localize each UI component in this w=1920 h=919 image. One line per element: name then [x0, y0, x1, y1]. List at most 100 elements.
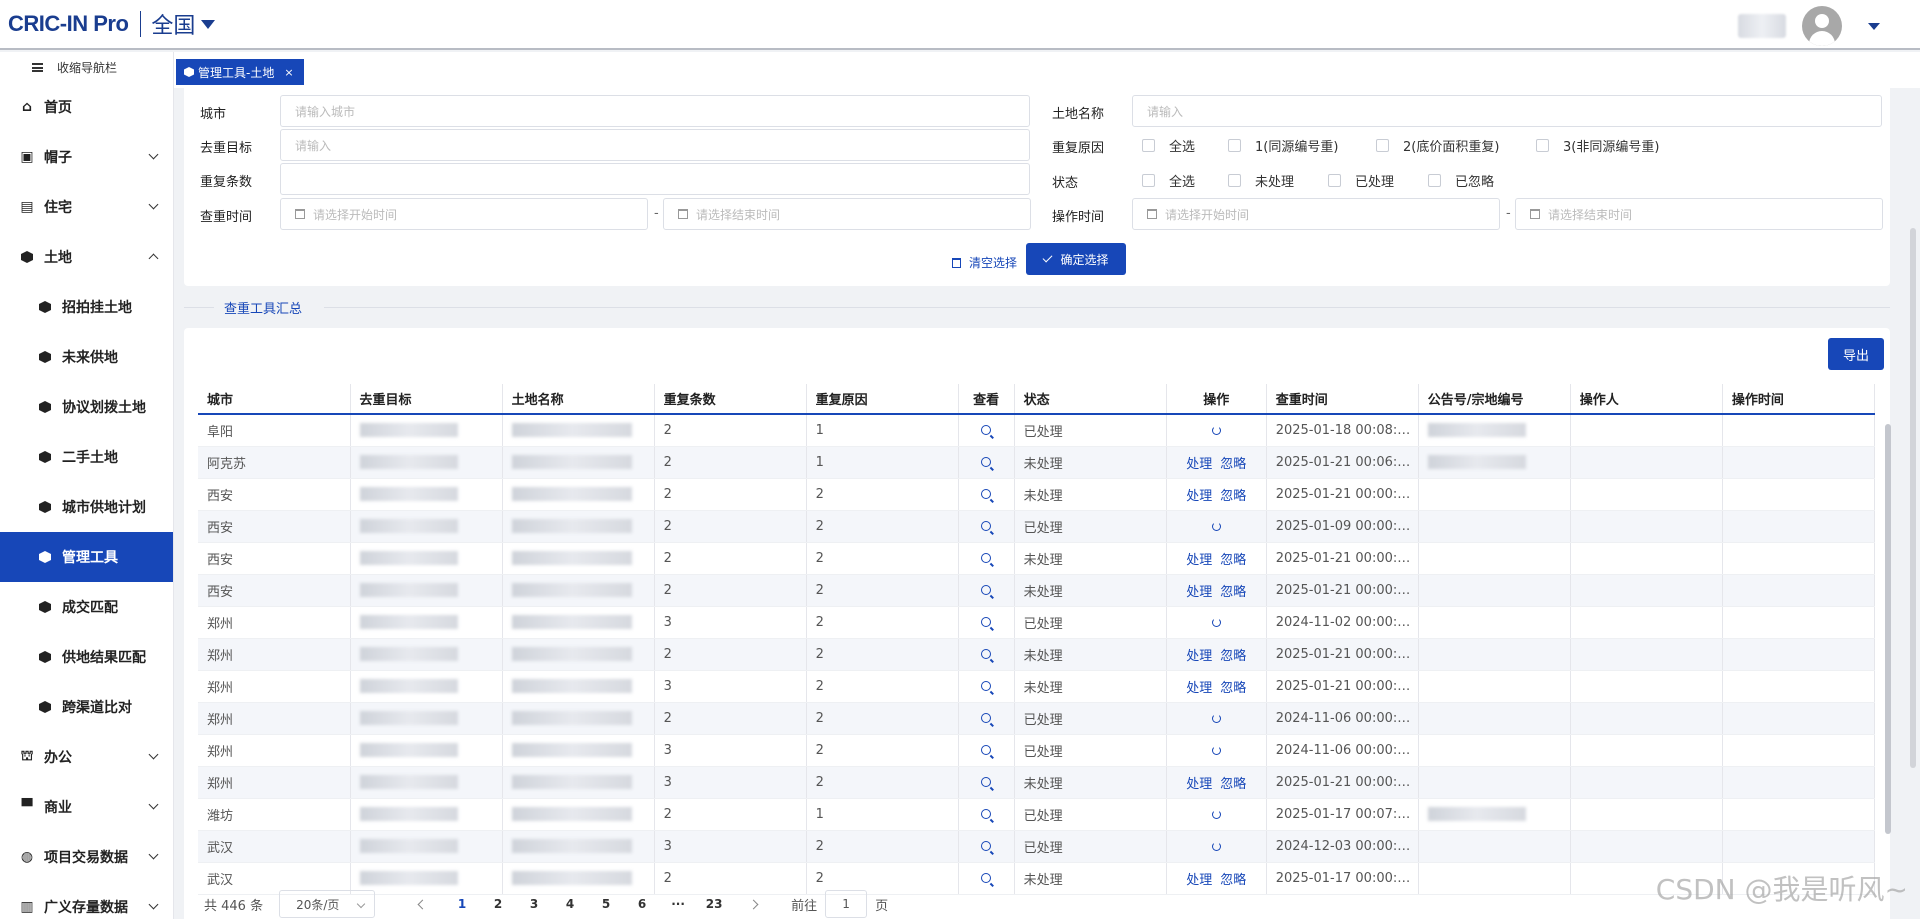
search-icon[interactable] [981, 649, 992, 659]
ignore-link[interactable]: 忽略 [1220, 777, 1246, 792]
column-header[interactable]: 重复原因 [806, 384, 959, 415]
page-number[interactable]: 1 [444, 897, 480, 911]
search-icon[interactable] [981, 873, 992, 883]
process-link[interactable]: 处理 [1186, 457, 1212, 472]
ignore-link[interactable]: 忽略 [1220, 649, 1246, 664]
cell-view[interactable] [958, 510, 1015, 543]
page-number[interactable]: ··· [660, 897, 696, 911]
checkbox-status-done[interactable]: 已处理 [1328, 171, 1428, 190]
ignore-link[interactable]: 忽略 [1220, 585, 1246, 600]
confirm-selection-button[interactable]: 确定选择 [1026, 243, 1126, 275]
clear-selection-button[interactable]: 清空选择 [952, 254, 1017, 271]
region-selector[interactable]: 全国 [151, 8, 216, 40]
column-header[interactable]: 操作人 [1570, 384, 1723, 415]
column-header[interactable]: 去重目标 [350, 384, 503, 415]
city-input[interactable]: 请输入城市 [280, 95, 1030, 127]
search-icon[interactable] [981, 489, 992, 499]
sidebar-item-4[interactable]: 招拍挂土地 [0, 282, 173, 332]
cell-view[interactable] [958, 478, 1015, 511]
undo-icon[interactable] [1211, 617, 1221, 627]
search-icon[interactable] [981, 681, 992, 691]
sidebar-item-8[interactable]: 城市供地计划 [0, 482, 173, 532]
undo-icon[interactable] [1211, 841, 1221, 851]
sidebar-item-11[interactable]: 供地结果匹配 [0, 632, 173, 682]
ignore-link[interactable]: 忽略 [1220, 489, 1246, 504]
collapse-nav-button[interactable]: 收缩导航栏 [0, 52, 173, 82]
checkbox-status-pending[interactable]: 未处理 [1228, 171, 1328, 190]
sidebar-item-2[interactable]: ▤ 住宅 [0, 182, 173, 232]
search-icon[interactable] [981, 617, 992, 627]
export-button[interactable]: 导出 [1828, 338, 1884, 370]
page-number[interactable]: 2 [480, 897, 516, 911]
sidebar-item-16[interactable]: ▥ 广义存量数据 [0, 882, 173, 919]
page-number[interactable]: 3 [516, 897, 552, 911]
next-page-icon[interactable] [748, 899, 759, 909]
column-header[interactable]: 重复条数 [654, 384, 807, 415]
search-icon[interactable] [981, 457, 992, 467]
tab-close-icon[interactable]: × [284, 66, 293, 79]
search-icon[interactable] [981, 425, 992, 436]
ignore-link[interactable]: 忽略 [1220, 457, 1246, 472]
sidebar-item-10[interactable]: 成交匹配 [0, 582, 173, 632]
page-vertical-scrollbar[interactable] [1910, 228, 1916, 768]
checkbox-reason-1[interactable]: 1(同源编号重) [1228, 136, 1376, 155]
search-icon[interactable] [981, 553, 992, 563]
process-link[interactable]: 处理 [1186, 681, 1212, 696]
page-number[interactable]: 4 [552, 897, 588, 911]
cell-view[interactable] [958, 446, 1015, 479]
search-icon[interactable] [981, 745, 992, 755]
search-icon[interactable] [981, 809, 992, 819]
checkbox-reason-all[interactable]: 全选 [1142, 136, 1228, 155]
table-vertical-scrollbar[interactable] [1885, 424, 1891, 834]
cell-view[interactable] [958, 542, 1015, 575]
user-avatar-icon[interactable] [1802, 6, 1842, 46]
undo-icon[interactable] [1211, 809, 1221, 819]
sidebar-item-3[interactable]: 土地 [0, 232, 173, 282]
cell-view[interactable] [958, 766, 1015, 799]
column-header[interactable]: 操作 [1166, 384, 1267, 415]
undo-icon[interactable] [1211, 713, 1221, 723]
cell-view[interactable] [958, 862, 1015, 895]
search-icon[interactable] [981, 521, 992, 531]
page-size-select[interactable]: 20条/页 [279, 890, 376, 918]
checkbox-reason-3[interactable]: 3(非同源编号重) [1536, 136, 1659, 155]
undo-icon[interactable] [1211, 521, 1221, 531]
check-time-end-input[interactable]: 请选择结束时间 [663, 198, 1031, 230]
column-header[interactable]: 状态 [1014, 384, 1167, 415]
cell-view[interactable] [958, 638, 1015, 671]
sidebar-item-12[interactable]: 跨渠道比对 [0, 682, 173, 732]
checkbox-status-all[interactable]: 全选 [1142, 171, 1228, 190]
undo-icon[interactable] [1211, 425, 1221, 435]
page-number[interactable]: 23 [696, 897, 732, 911]
op-time-start-input[interactable]: 请选择开始时间 [1132, 198, 1500, 230]
sidebar-item-9[interactable]: 管理工具 [0, 532, 173, 582]
sidebar-item-5[interactable]: 未来供地 [0, 332, 173, 382]
search-icon[interactable] [981, 777, 992, 787]
process-link[interactable]: 处理 [1186, 553, 1212, 568]
land-name-input[interactable]: 请输入 [1132, 95, 1882, 127]
cell-view[interactable] [958, 574, 1015, 607]
column-header[interactable]: 土地名称 [502, 384, 655, 415]
goto-page-input[interactable]: 1 [825, 890, 868, 918]
column-header[interactable]: 操作时间 [1722, 384, 1876, 415]
ignore-link[interactable]: 忽略 [1220, 873, 1246, 888]
search-icon[interactable] [981, 713, 992, 723]
sidebar-item-1[interactable]: ▣ 帽子 [0, 132, 173, 182]
brand-logo[interactable]: CRIC-IN Pro [8, 11, 129, 37]
process-link[interactable]: 处理 [1186, 873, 1212, 888]
sidebar-item-7[interactable]: 二手土地 [0, 432, 173, 482]
page-number[interactable]: 5 [588, 897, 624, 911]
checkbox-status-ignored[interactable]: 已忽略 [1428, 171, 1494, 190]
ignore-link[interactable]: 忽略 [1220, 553, 1246, 568]
search-icon[interactable] [981, 841, 992, 851]
cell-view[interactable] [958, 670, 1015, 703]
column-header[interactable]: 城市 [198, 384, 351, 415]
dedupe-target-input[interactable]: 请输入 [280, 129, 1030, 161]
page-number[interactable]: 6 [624, 897, 660, 911]
column-header[interactable]: 查看 [958, 384, 1015, 415]
sidebar-item-0[interactable]: ⌂ 首页 [0, 82, 173, 132]
sidebar-item-13[interactable]: ⛫ 办公 [0, 732, 173, 782]
column-header[interactable]: 查重时间 [1266, 384, 1419, 415]
prev-page-icon[interactable] [417, 899, 428, 909]
ignore-link[interactable]: 忽略 [1220, 681, 1246, 696]
